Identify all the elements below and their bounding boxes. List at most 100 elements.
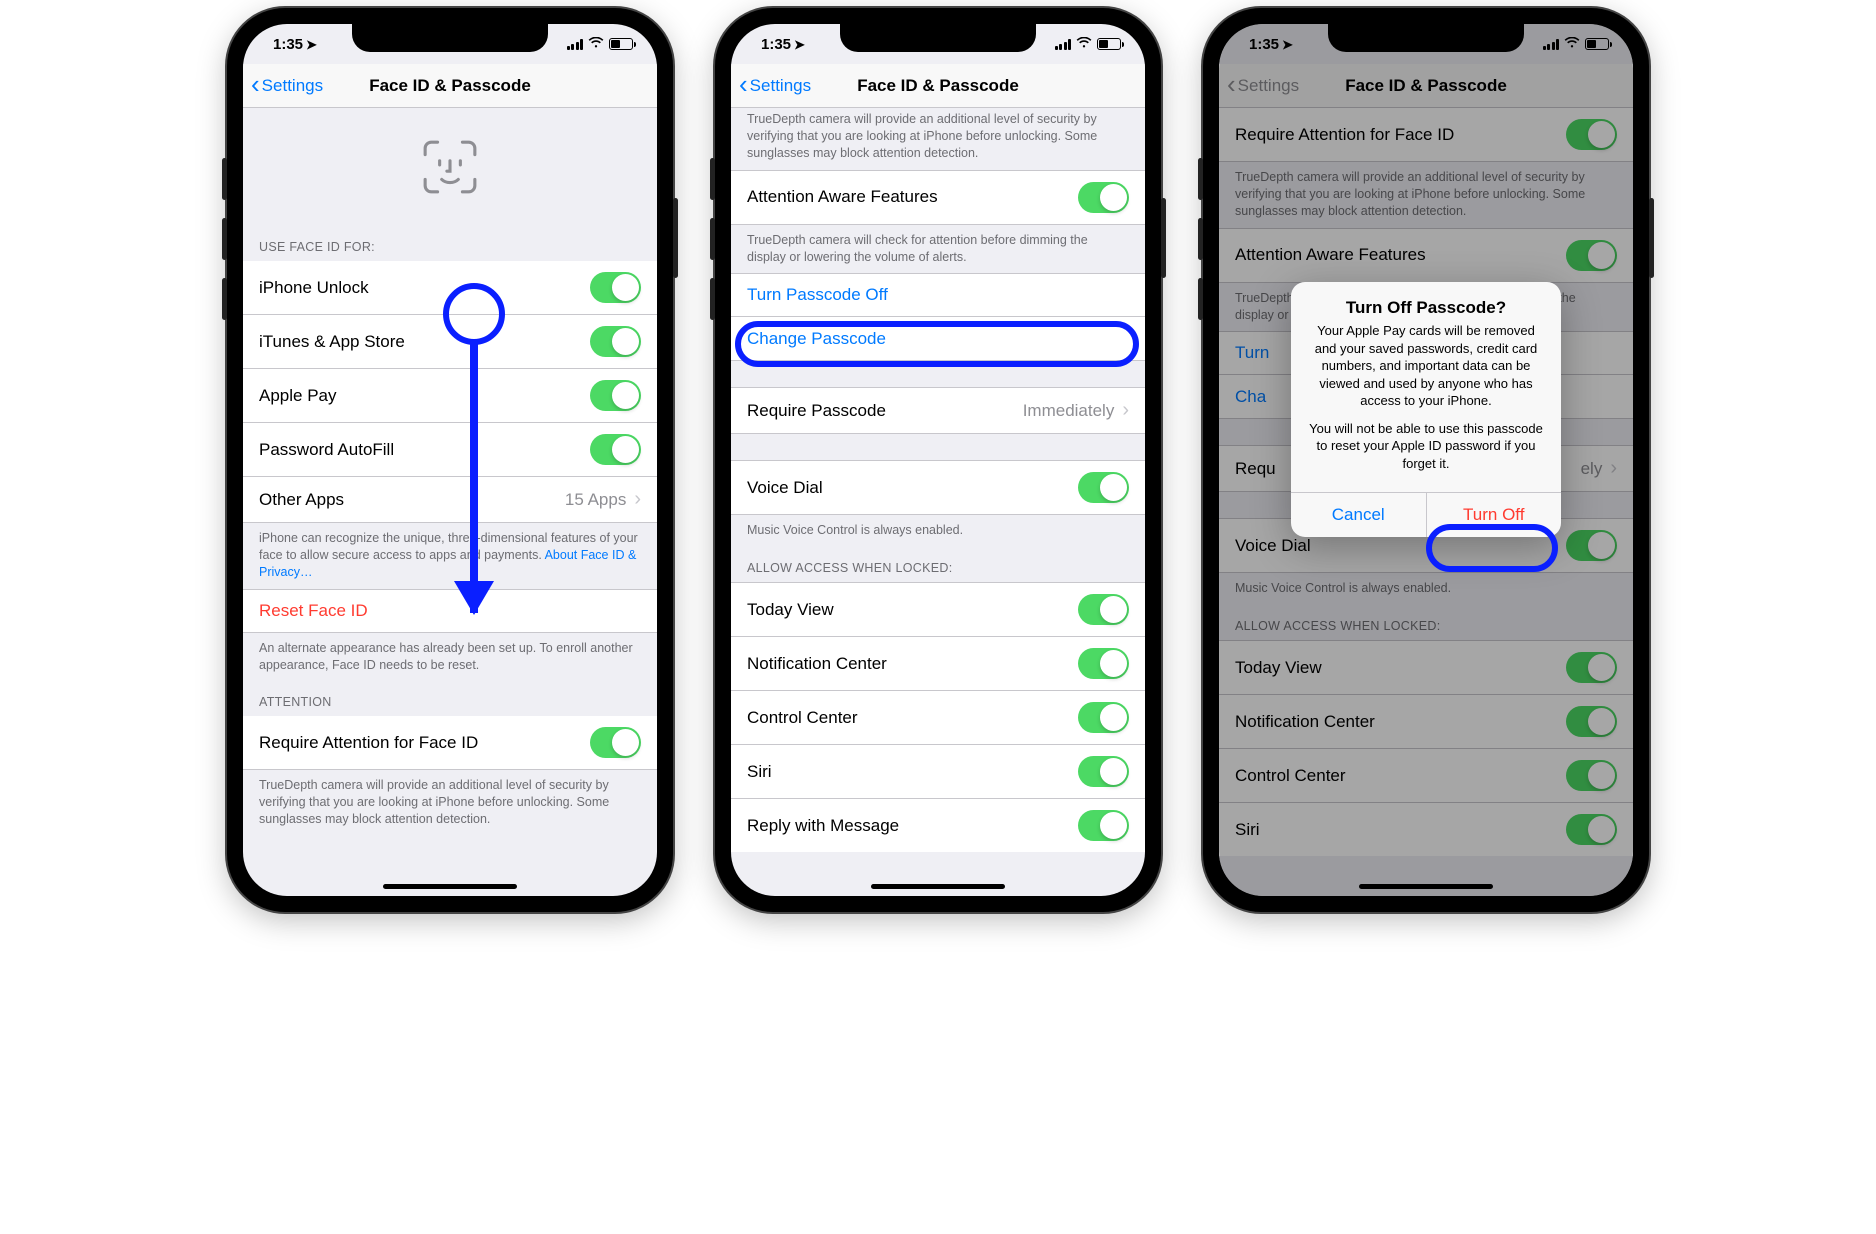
screen-1: 1:35➤ ‹ Settings Face ID & Passcode — [243, 24, 657, 896]
cell-label: Notification Center — [747, 654, 887, 674]
cancel-button[interactable]: Cancel — [1291, 493, 1426, 537]
footer-attention-aware: TrueDepth camera will check for attentio… — [731, 225, 1145, 274]
row-itunes-appstore[interactable]: iTunes & App Store — [243, 315, 657, 369]
row-reply-message[interactable]: Reply with Message — [731, 799, 1145, 852]
home-indicator[interactable] — [383, 884, 517, 889]
nav-bar: ‹ Settings Face ID & Passcode — [243, 64, 657, 108]
cell-label: Attention Aware Features — [747, 187, 938, 207]
chevron-right-icon: › — [1122, 399, 1129, 422]
cell-label: Password AutoFill — [259, 440, 394, 460]
toggle-today-view[interactable] — [1078, 594, 1129, 625]
chevron-right-icon: › — [634, 488, 641, 511]
section-header-use-faceid: USE FACE ID FOR: — [243, 218, 657, 261]
alert-message: Your Apple Pay cards will be removed and… — [1291, 322, 1561, 492]
row-turn-passcode-off[interactable]: Turn Passcode Off — [731, 273, 1145, 317]
phone-1: 1:35➤ ‹ Settings Face ID & Passcode — [227, 8, 673, 912]
back-label: Settings — [262, 76, 323, 96]
footer-reset: An alternate appearance has already been… — [243, 633, 657, 682]
row-notification-center[interactable]: Notification Center — [731, 637, 1145, 691]
row-attention-aware[interactable]: Attention Aware Features — [731, 170, 1145, 225]
cell-label: Require Attention for Face ID — [259, 733, 478, 753]
row-other-apps[interactable]: Other Apps 15 Apps › — [243, 477, 657, 523]
status-time: 1:35➤ — [273, 36, 317, 53]
toggle-notification-center[interactable] — [1078, 648, 1129, 679]
toggle-autofill[interactable] — [590, 434, 641, 465]
row-iphone-unlock[interactable]: iPhone Unlock — [243, 261, 657, 315]
cell-label: Control Center — [747, 708, 858, 728]
row-change-passcode[interactable]: Change Passcode — [731, 317, 1145, 361]
page-title: Face ID & Passcode — [857, 76, 1019, 96]
toggle-apple-pay[interactable] — [590, 380, 641, 411]
chevron-left-icon: ‹ — [251, 78, 260, 91]
cell-label: iPhone Unlock — [259, 278, 369, 298]
footer-voice-dial: Music Voice Control is always enabled. — [731, 515, 1145, 547]
row-today-view[interactable]: Today View — [731, 582, 1145, 637]
toggle-voice-dial[interactable] — [1078, 472, 1129, 503]
content-1[interactable]: USE FACE ID FOR: iPhone Unlock iTunes & … — [243, 108, 657, 896]
row-siri[interactable]: Siri — [731, 745, 1145, 799]
row-control-center[interactable]: Control Center — [731, 691, 1145, 745]
cell-label: Voice Dial — [747, 478, 823, 498]
alert-turn-off-passcode: Turn Off Passcode? Your Apple Pay cards … — [1291, 282, 1561, 537]
battery-icon — [1097, 38, 1121, 50]
chevron-left-icon: ‹ — [739, 78, 748, 91]
require-passcode-value: Immediately — [1023, 401, 1115, 421]
cell-label: Apple Pay — [259, 386, 337, 406]
cell-label: Require Passcode — [747, 401, 886, 421]
toggle-reply-message[interactable] — [1078, 810, 1129, 841]
alert-title: Turn Off Passcode? — [1291, 282, 1561, 322]
footer-use-faceid: iPhone can recognize the unique, three-d… — [243, 523, 657, 589]
toggle-iphone-unlock[interactable] — [590, 272, 641, 303]
location-icon: ➤ — [306, 37, 317, 53]
toggle-siri[interactable] — [1078, 756, 1129, 787]
back-button[interactable]: ‹ Settings — [739, 76, 811, 96]
notch — [1328, 24, 1524, 52]
row-voice-dial[interactable]: Voice Dial — [731, 460, 1145, 515]
toggle-require-attention[interactable] — [590, 727, 641, 758]
faceid-icon — [243, 108, 657, 218]
screen-2: 1:35➤ ‹ Settings Face ID & Passcode True… — [731, 24, 1145, 896]
turn-off-button[interactable]: Turn Off — [1426, 493, 1562, 537]
section-header-attention: ATTENTION — [243, 681, 657, 716]
row-password-autofill[interactable]: Password AutoFill — [243, 423, 657, 477]
cell-label: Other Apps — [259, 490, 344, 510]
cellular-icon — [567, 39, 584, 50]
back-button[interactable]: ‹ Settings — [251, 76, 323, 96]
row-apple-pay[interactable]: Apple Pay — [243, 369, 657, 423]
cell-label: Today View — [747, 600, 834, 620]
home-indicator[interactable] — [871, 884, 1005, 889]
row-require-passcode[interactable]: Require Passcode Immediately › — [731, 387, 1145, 434]
location-icon: ➤ — [794, 37, 805, 53]
status-icons — [567, 37, 634, 51]
screen-3: 1:35➤ ‹ Settings Face ID & Passcode Requ… — [1219, 24, 1633, 896]
cellular-icon — [1055, 39, 1072, 50]
phone-3: 1:35➤ ‹ Settings Face ID & Passcode Requ… — [1203, 8, 1649, 912]
cell-label: Reset Face ID — [259, 601, 368, 621]
row-reset-faceid[interactable]: Reset Face ID — [243, 589, 657, 633]
back-label: Settings — [750, 76, 811, 96]
cell-label: Siri — [747, 762, 772, 782]
cell-label: iTunes & App Store — [259, 332, 405, 352]
content-2[interactable]: TrueDepth camera will provide an additio… — [731, 108, 1145, 896]
alert-buttons: Cancel Turn Off — [1291, 492, 1561, 537]
footer-attention: TrueDepth camera will provide an additio… — [243, 770, 657, 836]
status-time: 1:35➤ — [761, 36, 805, 53]
toggle-control-center[interactable] — [1078, 702, 1129, 733]
toggle-attention-aware[interactable] — [1078, 182, 1129, 213]
cell-label: Change Passcode — [747, 329, 886, 349]
phone-2: 1:35➤ ‹ Settings Face ID & Passcode True… — [715, 8, 1161, 912]
nav-bar: ‹ Settings Face ID & Passcode — [731, 64, 1145, 108]
page-title: Face ID & Passcode — [369, 76, 531, 96]
row-require-attention[interactable]: Require Attention for Face ID — [243, 716, 657, 770]
cell-label: Turn Passcode Off — [747, 285, 888, 305]
notch — [352, 24, 548, 52]
wifi-icon — [1076, 37, 1092, 51]
section-header-allow-access: ALLOW ACCESS WHEN LOCKED: — [731, 547, 1145, 582]
annotation-arrow — [470, 343, 478, 613]
cell-label: Reply with Message — [747, 816, 899, 836]
toggle-itunes[interactable] — [590, 326, 641, 357]
notch — [840, 24, 1036, 52]
footer-truedepth-cut: TrueDepth camera will provide an additio… — [731, 108, 1145, 170]
other-apps-value: 15 Apps — [565, 490, 626, 510]
status-icons — [1055, 37, 1122, 51]
